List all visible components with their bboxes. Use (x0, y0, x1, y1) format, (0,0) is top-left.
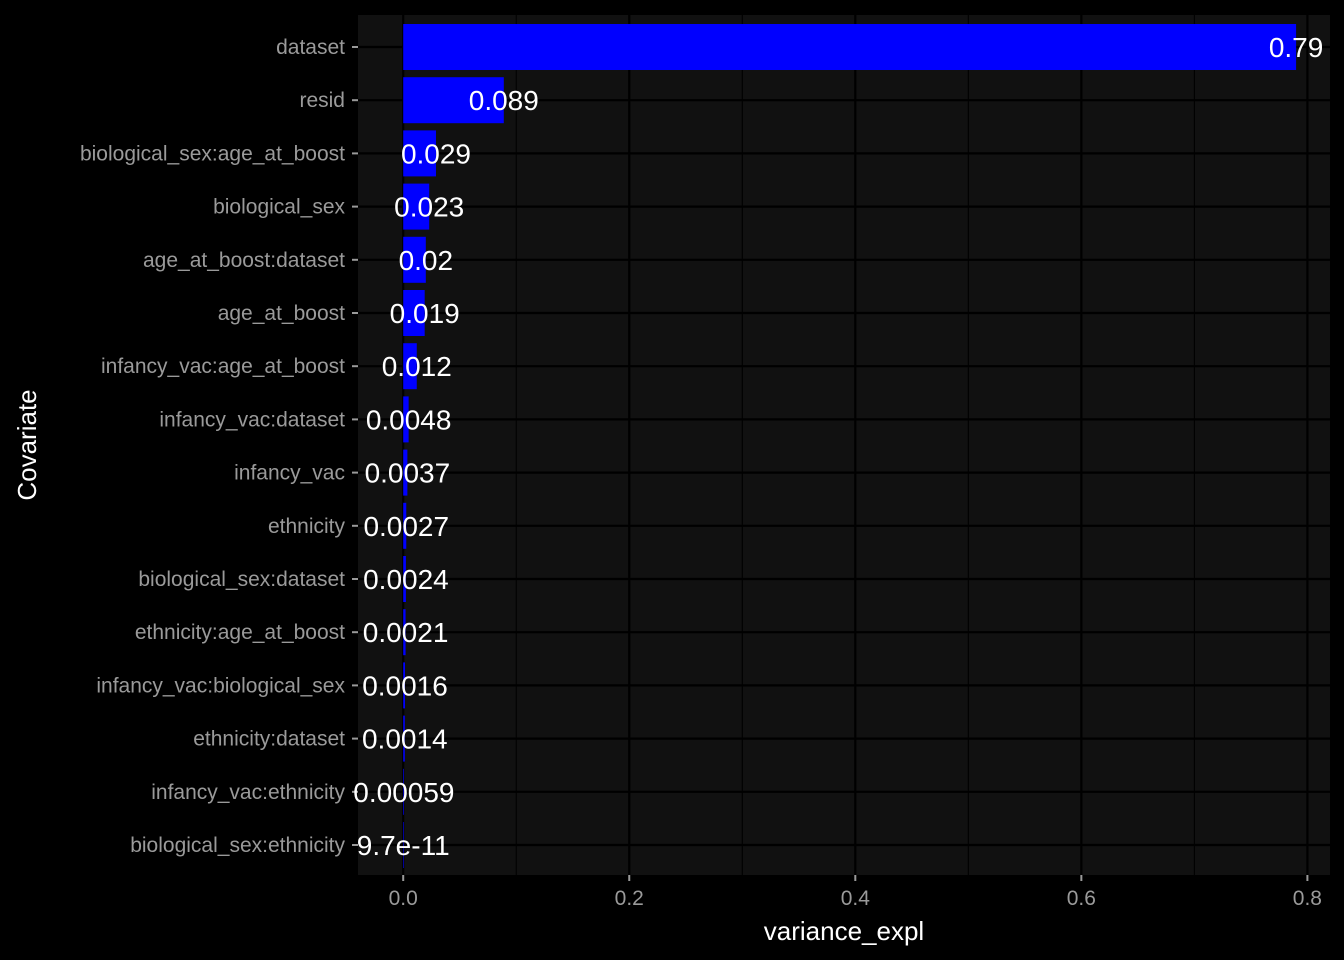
y-tick-label: dataset (276, 36, 345, 59)
y-tick-label: biological_sex:dataset (138, 568, 345, 591)
x-tick-label: 0.6 (1067, 887, 1096, 910)
bar-value-label: 0.79 (1269, 32, 1324, 63)
y-tick-label: biological_sex:age_at_boost (80, 142, 345, 165)
bar-value-label: 0.00059 (353, 777, 454, 808)
plot-panel (358, 15, 1330, 875)
x-tick-label: 0.8 (1293, 887, 1322, 910)
y-tick-label: biological_sex (213, 196, 345, 219)
bar-value-label: 0.0027 (363, 511, 449, 542)
x-tick-label: 0.0 (389, 887, 418, 910)
y-tick-label: infancy_vac (234, 462, 345, 485)
y-axis-title: Covariate (12, 389, 42, 500)
y-tick-label: infancy_vac:age_at_boost (101, 355, 345, 378)
bar-value-label: 0.089 (469, 85, 539, 116)
bar-value-label: 0.023 (394, 192, 464, 223)
bar-value-label: 0.0021 (363, 617, 449, 648)
y-tick-label: infancy_vac:dataset (159, 408, 345, 431)
y-tick-label: resid (299, 89, 345, 112)
y-tick-label: age_at_boost (218, 302, 345, 325)
y-tick-label: age_at_boost:dataset (143, 249, 345, 272)
bar (403, 24, 1297, 70)
y-tick-label: ethnicity:dataset (193, 728, 345, 751)
bar-value-label: 0.0037 (365, 458, 451, 489)
bar-value-label: 0.0014 (362, 724, 448, 755)
bar-value-label: 0.02 (399, 245, 454, 276)
x-tick-label: 0.4 (841, 887, 871, 910)
bar-value-label: 0.0016 (362, 670, 448, 701)
y-tick-label: ethnicity:age_at_boost (135, 621, 345, 644)
bar-value-label: 0.0024 (363, 564, 449, 595)
variance-bar-chart: dataset resid biological_sex:age_at_boostb… (0, 0, 1344, 960)
bar-value-label: 9.7e-11 (357, 830, 450, 861)
bar-value-label: 0.0048 (366, 404, 452, 435)
y-tick-label: biological_sex:ethnicity (130, 834, 345, 857)
y-tick-label: ethnicity (268, 515, 346, 538)
bar-value-label: 0.029 (401, 138, 471, 169)
y-tick-label: infancy_vac:ethnicity (151, 781, 345, 804)
bar-value-label: 0.019 (390, 298, 460, 329)
x-axis-title: variance_expl (764, 916, 924, 946)
x-tick-label: 0.2 (615, 887, 644, 910)
y-tick-label: infancy_vac:biological_sex (96, 674, 345, 697)
bar-value-label: 0.012 (382, 351, 452, 382)
